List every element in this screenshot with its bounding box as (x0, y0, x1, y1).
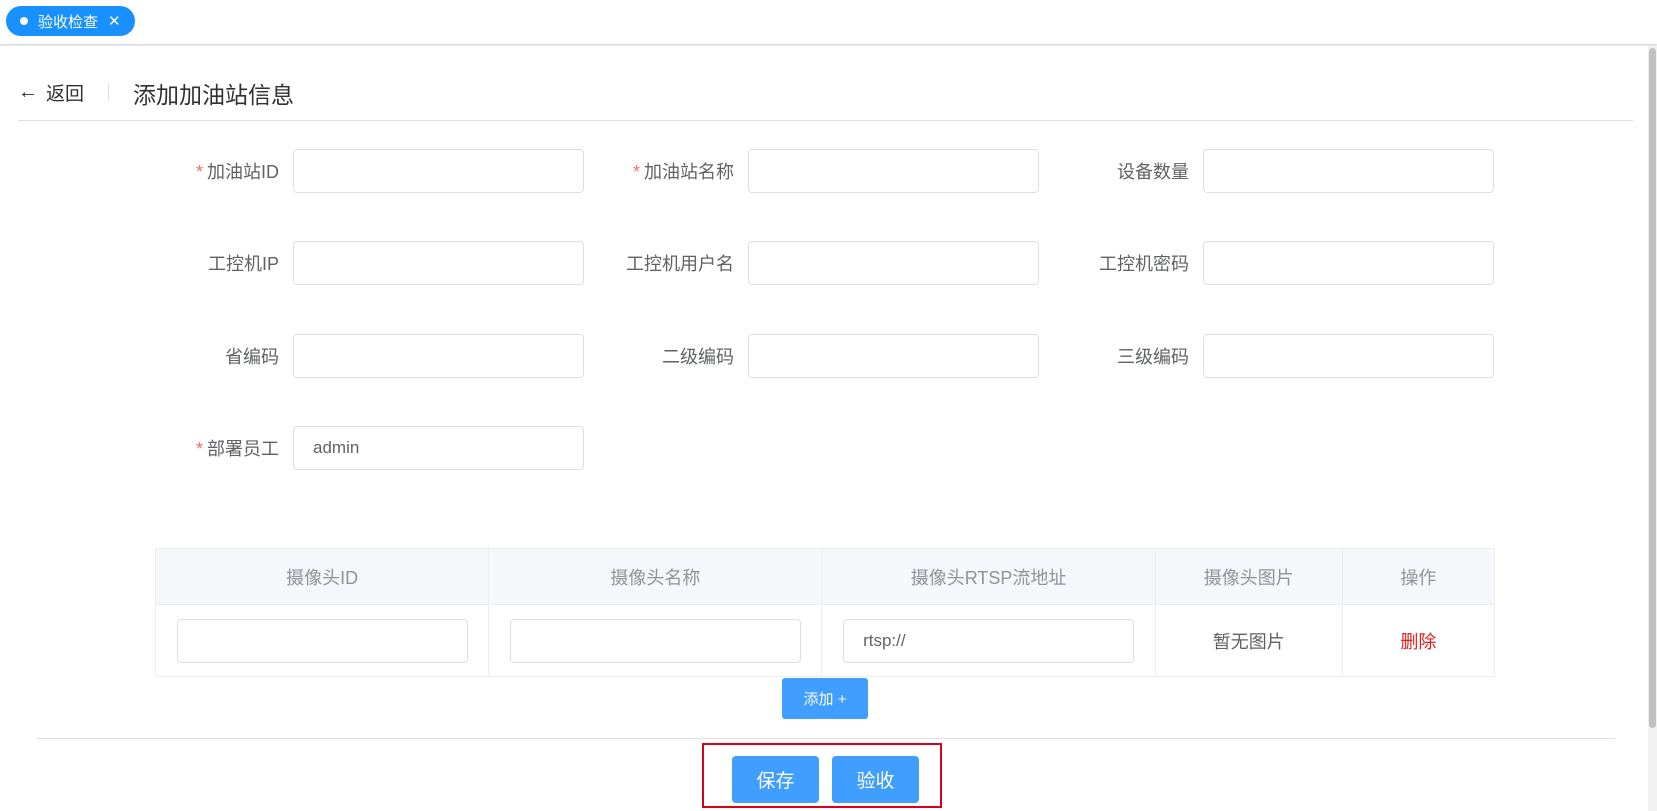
column-header: 摄像头名称 (489, 549, 822, 605)
tab-bar: 验收检查 ✕ (0, 0, 1657, 45)
device-count-label: 设备数量 (910, 158, 1203, 184)
staff-label: *部署员工 (0, 435, 293, 461)
level3-code-label: 三级编码 (910, 343, 1203, 369)
camera-table: 摄像头ID 摄像头名称 摄像头RTSP流地址 摄像头图片 操作 暂无图片 (155, 548, 1495, 677)
station-id-label: *加油站ID (0, 158, 293, 184)
accept-button[interactable]: 验收 (832, 756, 919, 803)
column-header: 摄像头ID (156, 549, 489, 605)
add-camera-button[interactable]: 添加 + (782, 678, 868, 719)
level3-code-input[interactable] (1203, 334, 1494, 378)
back-label: 返回 (46, 79, 84, 106)
column-header: 摄像头图片 (1155, 549, 1342, 605)
province-code-label: 省编码 (0, 343, 293, 369)
ipc-username-label: 工控机用户名 (455, 250, 748, 276)
level2-code-label: 二级编码 (455, 343, 748, 369)
ipc-ip-label: 工控机IP (0, 250, 293, 276)
active-dot-icon (20, 17, 28, 25)
camera-name-cell (489, 605, 822, 677)
scrollbar-thumb[interactable] (1649, 48, 1656, 728)
rtsp-url-cell (822, 605, 1155, 677)
main-content: ← 返回 添加加油站信息 *加油站ID *加油站名称 设备数量 工控机IP 工控… (0, 46, 1648, 811)
page-title: 添加加油站信息 (133, 76, 294, 110)
staff-input[interactable] (293, 426, 584, 470)
ipc-password-label: 工控机密码 (910, 250, 1203, 276)
back-button[interactable]: ← 返回 (18, 79, 84, 106)
required-asterisk: * (196, 439, 203, 459)
station-name-label: *加油站名称 (455, 158, 748, 184)
table-header-row: 摄像头ID 摄像头名称 摄像头RTSP流地址 摄像头图片 操作 (156, 549, 1495, 605)
form-item-level3-code: 三级编码 (910, 334, 1494, 378)
close-icon[interactable]: ✕ (108, 14, 121, 29)
table-row: 暂无图片 删除 (156, 605, 1495, 677)
form-item-ipc-password: 工控机密码 (910, 241, 1494, 285)
header-divider (108, 83, 109, 101)
column-header: 操作 (1342, 549, 1494, 605)
scrollbar[interactable] (1648, 46, 1657, 811)
delete-link[interactable]: 删除 (1400, 632, 1436, 652)
rtsp-url-input[interactable] (843, 619, 1134, 663)
save-button[interactable]: 保存 (732, 756, 819, 803)
ipc-password-input[interactable] (1203, 241, 1494, 285)
camera-image-cell: 暂无图片 (1155, 605, 1342, 677)
action-cell: 删除 (1342, 605, 1494, 677)
form-item-staff: *部署员工 (0, 426, 584, 470)
camera-name-input[interactable] (510, 619, 801, 663)
required-asterisk: * (633, 162, 640, 182)
tab-label: 验收检查 (38, 11, 98, 32)
required-asterisk: * (196, 162, 203, 182)
arrow-left-icon: ← (18, 81, 38, 104)
form-item-device-count: 设备数量 (910, 149, 1494, 193)
page-header: ← 返回 添加加油站信息 (18, 76, 1633, 121)
device-count-input[interactable] (1203, 149, 1494, 193)
tab-acceptance-check[interactable]: 验收检查 ✕ (6, 6, 135, 36)
column-header: 摄像头RTSP流地址 (822, 549, 1155, 605)
camera-id-cell (156, 605, 489, 677)
footer-divider (37, 738, 1615, 739)
camera-id-input[interactable] (177, 619, 468, 663)
